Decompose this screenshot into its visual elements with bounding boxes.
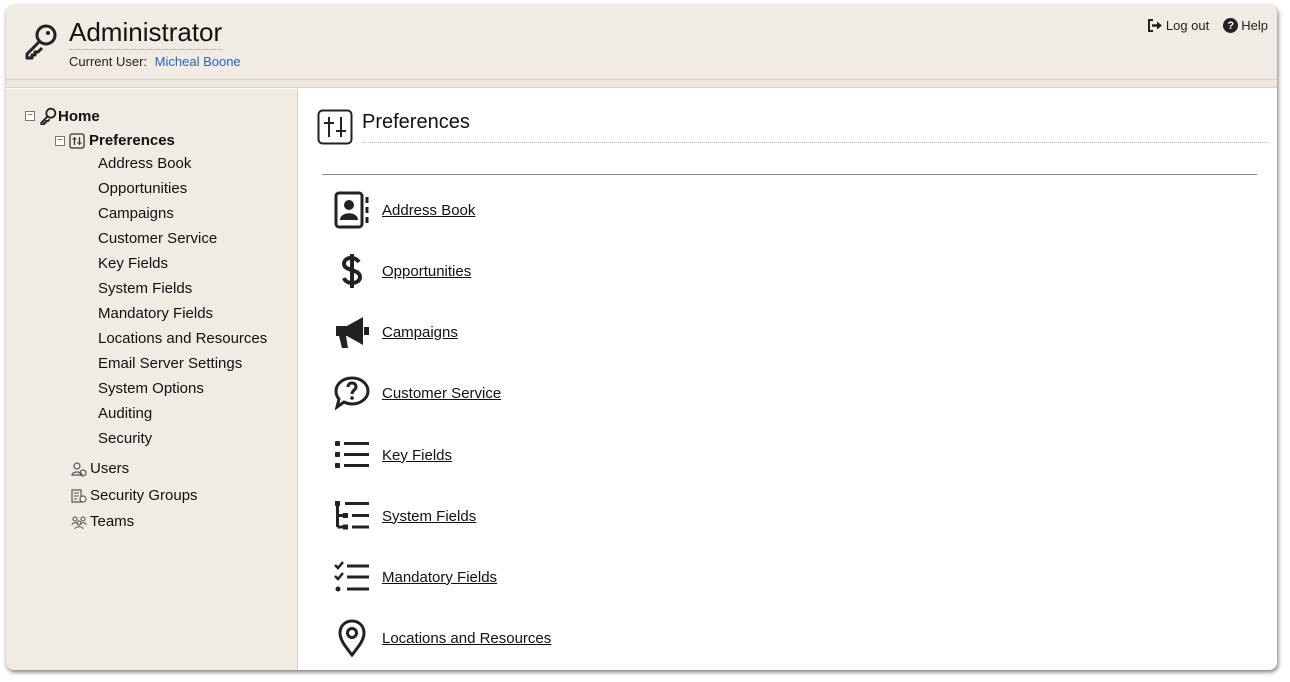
section-divider [322, 174, 1257, 175]
location-pin-icon [332, 618, 372, 658]
question-bubble-icon [332, 373, 372, 413]
tree-item-security[interactable]: Security [98, 430, 152, 447]
tree-label-users: Users [90, 460, 130, 477]
tree-label-home: Home [58, 107, 100, 125]
list-icon [332, 435, 372, 475]
address-book-icon [332, 190, 372, 230]
link-label[interactable]: Campaigns [382, 324, 458, 341]
key-icon [25, 24, 57, 60]
current-user: Current User: Micheal Boone [69, 54, 241, 69]
tree-item-locations-resources[interactable]: Locations and Resources [98, 330, 267, 347]
app-title: Administrator [69, 17, 223, 50]
help-button[interactable]: ? Help [1223, 18, 1268, 33]
security-group-icon [71, 488, 87, 503]
top-actions: Log out ? Help [1147, 18, 1268, 33]
sliders-icon [69, 132, 85, 149]
header: Administrator Current User: Micheal Boon… [6, 5, 1277, 80]
page-title: Preferences [362, 111, 470, 133]
tree-node-users[interactable]: Users [71, 460, 129, 477]
title-underline [362, 142, 1267, 143]
tree-item-system-fields[interactable]: System Fields [98, 280, 192, 297]
tree-item-customer-service[interactable]: Customer Service [98, 230, 217, 247]
tree-item-opportunities[interactable]: Opportunities [98, 180, 187, 197]
help-label: Help [1241, 18, 1268, 33]
sliders-icon [317, 109, 353, 145]
preference-link-opportunities[interactable]: Opportunities [332, 251, 471, 291]
logout-label: Log out [1165, 18, 1210, 33]
tree-item-mandatory-fields[interactable]: Mandatory Fields [98, 305, 213, 322]
tree-label-security-groups: Security Groups [90, 487, 198, 504]
team-icon [71, 515, 87, 529]
key-icon [40, 107, 57, 125]
tree-node-preferences[interactable]: − Preferences [55, 132, 175, 149]
tree-label-teams: Teams [90, 513, 135, 530]
link-label[interactable]: Locations and Resources [382, 630, 551, 647]
admin-window: Administrator Current User: Micheal Boon… [6, 5, 1277, 670]
preference-link-campaigns[interactable]: Campaigns [332, 312, 458, 352]
preference-link-locations-resources[interactable]: Locations and Resources [332, 618, 551, 658]
preference-link-address-book[interactable]: Address Book [332, 190, 475, 230]
preference-link-system-fields[interactable]: System Fields [332, 496, 476, 536]
logout-icon [1147, 19, 1162, 32]
tree-item-auditing[interactable]: Auditing [98, 405, 152, 422]
tree-list-icon [332, 496, 372, 536]
preference-link-key-fields[interactable]: Key Fields [332, 435, 452, 475]
link-label[interactable]: Opportunities [382, 263, 471, 280]
preferences-panel: Preferences Address Book Opportunities C… [299, 89, 1277, 670]
tree-item-campaigns[interactable]: Campaigns [98, 205, 174, 222]
link-label[interactable]: Customer Service [382, 385, 501, 402]
tree-node-teams[interactable]: Teams [71, 513, 134, 530]
preference-link-customer-service[interactable]: Customer Service [332, 373, 501, 413]
current-user-name[interactable]: Micheal Boone [155, 54, 241, 69]
link-label[interactable]: System Fields [382, 508, 476, 525]
megaphone-icon [332, 312, 372, 352]
user-icon [71, 461, 87, 477]
tree-label-preferences: Preferences [89, 132, 175, 149]
tree-item-key-fields[interactable]: Key Fields [98, 255, 168, 272]
tree-item-email-server-settings[interactable]: Email Server Settings [98, 355, 242, 372]
collapse-toggle-icon[interactable]: − [55, 135, 65, 146]
link-label[interactable]: Address Book [382, 202, 475, 219]
checklist-icon [332, 557, 372, 597]
dollar-icon [332, 251, 372, 291]
link-label[interactable]: Key Fields [382, 447, 452, 464]
link-label[interactable]: Mandatory Fields [382, 569, 497, 586]
tree-node-home[interactable]: − Home [25, 107, 100, 125]
header-divider [6, 80, 1277, 88]
current-user-label: Current User: [69, 54, 148, 69]
tree-node-security-groups[interactable]: Security Groups [71, 487, 198, 504]
tree-item-system-options[interactable]: System Options [98, 380, 204, 397]
logout-button[interactable]: Log out [1147, 18, 1209, 33]
sidebar-tree: − Home − Preferences Address Book Opport… [6, 89, 298, 670]
preference-link-mandatory-fields[interactable]: Mandatory Fields [332, 557, 497, 597]
tree-item-address-book[interactable]: Address Book [98, 155, 191, 172]
collapse-toggle-icon[interactable]: − [25, 111, 35, 121]
help-icon: ? [1223, 18, 1239, 33]
